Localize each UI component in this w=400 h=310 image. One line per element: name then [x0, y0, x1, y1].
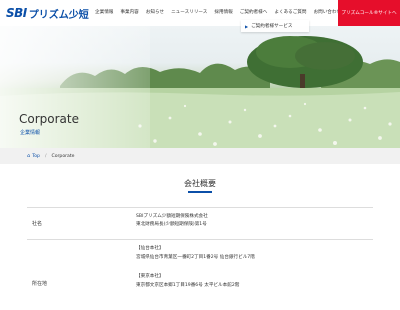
main-nav: 企業情報 事業内容 お知らせ ニュースリリース 採用情報 ご契約者様へ よくある… [95, 9, 348, 15]
nav-item-contractors[interactable]: ご契約者様へ [240, 9, 268, 15]
contractors-dropdown: ▶ ご契約者様サービス [241, 20, 309, 32]
tokyo-hq-address: 東京都文京区本郷1丁目19番6号 太平ビル本館2階 [136, 283, 240, 288]
dropdown-item-contractor-service[interactable]: ▶ ご契約者様サービス [245, 23, 293, 30]
company-name-line2: 東北財務局長(少額短期保険)第1号 [136, 222, 207, 227]
hero-banner: Corporate 企業情報 [0, 26, 400, 148]
chevron-right-icon: ▶ [245, 23, 249, 29]
tokyo-hq-heading: 【東京本社】 [136, 274, 164, 279]
nav-item-faq[interactable]: よくあるご質問 [274, 9, 306, 15]
nav-item-contact[interactable]: お問い合わせ [314, 9, 342, 15]
sendai-hq-heading: 【仙台本社】 [136, 246, 164, 251]
section-title-underline [188, 191, 212, 193]
breadcrumb-top-link[interactable]: Top [32, 154, 40, 159]
logo[interactable]: SBI プリズム少短 [6, 4, 89, 22]
logo-sbi-text: SBI [6, 6, 27, 20]
breadcrumb-separator: / [44, 153, 47, 159]
nav-item-news[interactable]: お知らせ [146, 9, 164, 15]
site-header: SBI プリズム少短 企業情報 事業内容 お知らせ ニュースリリース 採用情報 … [0, 0, 400, 26]
nav-item-newsrelease[interactable]: ニュースリリース [171, 9, 207, 15]
home-icon: ⌂ [27, 153, 31, 159]
nav-item-business[interactable]: 事業内容 [120, 9, 138, 15]
table-row-address: 所在地 【仙台本社】 宮城県仙台市青葉区一番町2丁目1番2号 仙台銀行ビル7階 … [27, 239, 373, 310]
sendai-hq-address: 宮城県仙台市青葉区一番町2丁目1番2号 仙台銀行ビル7階 [136, 255, 255, 260]
prism-call-button[interactable]: プリズムコール®サイトへ [338, 0, 400, 26]
table-row-company-name: 社名 SBIプリズム少額短期保険株式会社 東北財務局長(少額短期保険)第1号 [27, 207, 373, 239]
breadcrumb-current: Corporate [51, 153, 75, 159]
nav-item-corporate[interactable]: 企業情報 [95, 9, 113, 15]
company-name-label: 社名 [32, 221, 43, 227]
company-name-line1: SBIプリズム少額短期保険株式会社 [136, 214, 208, 219]
dropdown-item-label: ご契約者様サービス [251, 24, 293, 29]
section-title: 会社概要 [184, 179, 216, 188]
nav-item-recruit[interactable]: 採用情報 [214, 9, 232, 15]
page-subtitle: 企業情報 [20, 130, 41, 136]
breadcrumb: ⌂ Top / Corporate [0, 148, 400, 164]
logo-company-name: プリズム少短 [28, 9, 89, 21]
address-label: 所在地 [32, 281, 48, 287]
page-title: Corporate [19, 112, 79, 126]
company-info-table: 社名 SBIプリズム少額短期保険株式会社 東北財務局長(少額短期保険)第1号 所… [27, 207, 373, 310]
